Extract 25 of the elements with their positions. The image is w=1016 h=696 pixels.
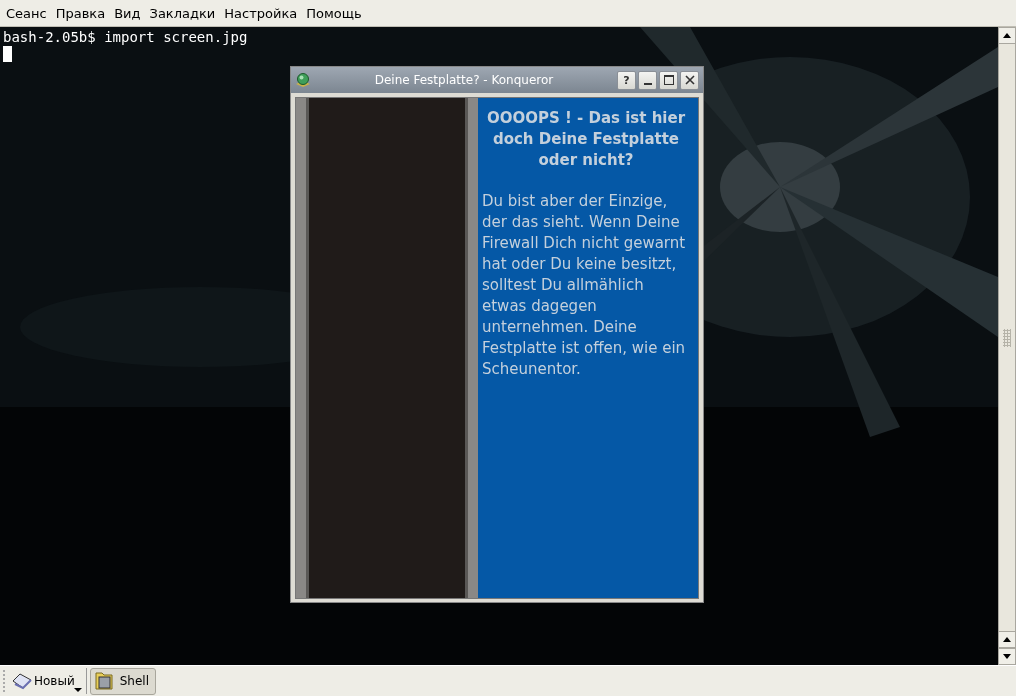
scroll-up-button[interactable] (998, 631, 1016, 648)
scroll-up-button[interactable] (998, 27, 1016, 44)
menu-item[interactable]: Вид (114, 5, 141, 21)
window-title: Deine Festplatte? - Konqueror (373, 73, 555, 87)
globe-icon (295, 72, 311, 88)
close-button[interactable] (680, 70, 699, 90)
menu-item[interactable]: Помощь (306, 5, 362, 21)
new-session-button[interactable]: Новый (9, 668, 83, 694)
heading: OOOOPS ! - Das ist hier doch Deine Festplatte oder nicht? (485, 108, 687, 171)
scrollbar[interactable] (998, 27, 1016, 665)
maximize-button[interactable] (659, 70, 678, 90)
diamond-icon (11, 672, 33, 690)
terminal-line: bash-2.05b$ import screen.jpg (3, 29, 249, 46)
grip-icon (1003, 328, 1011, 347)
help-button[interactable]: ? (617, 70, 636, 90)
menu-item[interactable]: Настройка (224, 5, 298, 21)
minimize-button[interactable] (638, 70, 657, 90)
scroll-down-button[interactable] (998, 648, 1016, 665)
message-text: Du bist aber der Einzige, der das sieht. Wenn Deine Firewall Dich nicht gewarnt hat oder Du keine besitzt, solltest Du allmählich etwas dagegen unternehmen. Deine Festplatte ist offen, wie ein Scheunentor. (482, 191, 686, 380)
menu-item[interactable]: Закладки (149, 5, 216, 21)
terminal-folder-icon (93, 671, 114, 691)
close-icon (684, 75, 695, 85)
menu-item[interactable]: Правка (55, 5, 106, 21)
menu-item[interactable]: Сеанс (6, 5, 47, 21)
session-tab[interactable]: Shell (89, 667, 156, 695)
